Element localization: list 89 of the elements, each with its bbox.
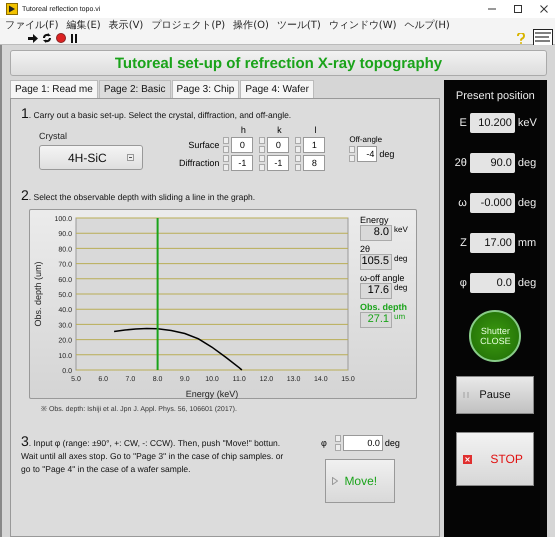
x-axis-label: Energy (keV)	[186, 389, 238, 399]
pause-button[interactable]: Pause	[456, 376, 534, 414]
spinner-icon[interactable]	[334, 435, 341, 451]
number-field[interactable]: 0.0	[342, 435, 383, 451]
menu-item[interactable]: ファイル(F)	[5, 18, 59, 32]
tab[interactable]: Page 3: Chip	[172, 80, 240, 98]
number-field[interactable]: -1	[267, 155, 290, 171]
menu-item[interactable]: ヘルプ(H)	[404, 18, 450, 32]
instruction-text: 3. Input φ (range: ±90°, +: CW, -: CCW). Then, push "Move!" bottun. Wait until all axes stop. Go to "Page 3" in the case of chip samples. or go to "Page 4" in the case of a wafer sample.	[21, 435, 284, 476]
cursor-line[interactable]	[156, 218, 159, 370]
menu-item[interactable]: 表示(V)	[108, 18, 144, 32]
readout-field: 17.6	[360, 283, 392, 299]
phi-label: φ	[321, 438, 327, 448]
number-field[interactable]: 8	[303, 155, 326, 171]
tab[interactable]: Page 4: Wafer	[240, 80, 314, 98]
crystal-dropdown[interactable]: 4H-SiC	[39, 145, 143, 170]
shutter-button[interactable]: Shutter CLOSE	[469, 310, 522, 362]
readout-label: Obs. depth	[360, 302, 408, 312]
position-readout: 10.200	[470, 113, 515, 133]
spinner-icon[interactable]	[295, 155, 302, 171]
app-icon	[6, 3, 18, 15]
stop-button[interactable]: STOP	[456, 432, 534, 486]
axis-label: 2θ	[454, 157, 467, 169]
index-row-label: Surface	[187, 140, 220, 150]
unit-label: mm	[518, 237, 538, 249]
axis-label: φ	[458, 277, 467, 289]
run-arrow-icon[interactable]	[28, 34, 38, 42]
readout-field: 105.5	[360, 254, 392, 270]
position-readout: -0.000	[470, 193, 515, 213]
number-field[interactable]: 1	[303, 137, 326, 153]
index-header: l	[313, 125, 318, 135]
tab[interactable]: Page 1: Read me	[10, 80, 98, 98]
menu-item[interactable]: 操作(O)	[233, 18, 269, 32]
menu-item[interactable]: 編集(E)	[66, 18, 101, 32]
off-angle-label: Off-angle	[349, 135, 384, 144]
unit-label: deg	[394, 283, 408, 292]
number-field[interactable]: -4	[357, 146, 378, 162]
position-readout: 0.0	[470, 273, 515, 293]
pause-icon	[463, 392, 470, 398]
menu-item[interactable]: ウィンドウ(W)	[328, 18, 396, 32]
panel-title: Present position	[456, 90, 535, 102]
menu-item[interactable]: プロジェクト(P)	[151, 18, 226, 32]
unit-label: keV	[518, 117, 538, 129]
pause-icon[interactable]	[70, 34, 78, 42]
unit-label: deg	[384, 438, 400, 448]
unit-label: deg	[518, 277, 538, 289]
spinner-icon[interactable]	[295, 137, 302, 153]
help-icon[interactable]	[517, 32, 525, 44]
axis-label: ω	[457, 197, 467, 209]
number-field[interactable]: 0	[231, 137, 254, 153]
unit-label: keV	[394, 225, 408, 234]
dropdown-icon	[127, 154, 134, 161]
spinner-icon[interactable]	[349, 146, 356, 162]
readout-label: ω-off angle	[360, 273, 406, 283]
readout-field: 27.1	[360, 312, 392, 328]
y-axis-label: Obs. depth (um)	[33, 261, 43, 327]
unit-label: um	[394, 312, 406, 321]
spinner-icon[interactable]	[223, 137, 230, 153]
menu-item[interactable]: ツール(T)	[276, 18, 321, 32]
index-row-label: Diffraction	[179, 158, 220, 168]
spinner-icon[interactable]	[259, 137, 266, 153]
readout-field: 8.0	[360, 225, 392, 241]
run-continuously-icon[interactable]	[42, 33, 52, 43]
abort-icon[interactable]	[56, 33, 66, 43]
maximize-icon[interactable]	[513, 4, 523, 14]
position-readout: 17.00	[470, 233, 515, 253]
unit-label: deg	[518, 197, 538, 209]
spinner-icon[interactable]	[223, 155, 230, 171]
readout-label: Energy	[360, 215, 390, 225]
unit-label: deg	[394, 254, 408, 263]
crystal-label: Crystal	[39, 131, 68, 141]
number-field[interactable]: 0	[267, 137, 290, 153]
instruction-text: 2. Select the observable depth with sliding a line in the graph.	[21, 187, 256, 203]
spinner-icon[interactable]	[259, 155, 266, 171]
index-header: h	[240, 125, 247, 135]
close-icon[interactable]	[539, 4, 549, 14]
axis-label: Z	[459, 237, 467, 249]
unit-label: deg	[518, 157, 538, 169]
instruction-text: 1. Carry out a basic set-up. Select the crystal, diffraction, and off-angle.	[21, 105, 292, 121]
readout-label: 2θ	[360, 244, 372, 254]
position-readout: 90.0	[470, 153, 515, 173]
axis-label: E	[458, 117, 467, 129]
unit-label: deg	[379, 149, 394, 159]
tab[interactable]: Page 2: Basic	[98, 80, 171, 98]
number-field[interactable]: -1	[231, 155, 254, 171]
banner-title: Tutoreal set-up of refrection X-ray topography	[114, 54, 442, 72]
index-header: k	[276, 125, 283, 135]
stop-icon	[463, 454, 472, 464]
play-icon	[332, 477, 338, 485]
